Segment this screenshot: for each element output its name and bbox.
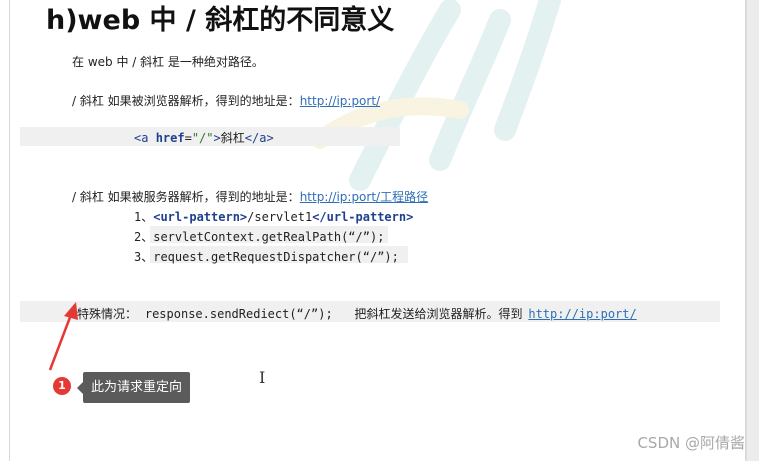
special-case-line: 特殊情况： response.sendRediect(“/”); 把斜杠发送给浏… bbox=[77, 305, 637, 322]
special-code: response.sendRediect(“/”); bbox=[144, 307, 333, 321]
anchor-code-example: <a href="/">斜杠</a> bbox=[134, 129, 274, 146]
page-left-rule bbox=[9, 0, 10, 461]
annotation-number-badge: 1 bbox=[53, 377, 71, 395]
item1-body: /servlet1 bbox=[247, 210, 313, 224]
text-cursor-icon: I bbox=[259, 368, 266, 387]
code-eq: = bbox=[184, 131, 192, 145]
server-item-3: 3、request.getRequestDispatcher(“/”); bbox=[134, 250, 399, 264]
annotation-tooltip: 此为请求重定向 bbox=[76, 372, 191, 403]
code-close-open: > bbox=[213, 131, 221, 145]
browser-parse-line: / 斜杠 如果被浏览器解析，得到的地址是：http://ip:port/ bbox=[72, 92, 380, 109]
special-explain: 把斜杠发送给浏览器解析。得到 bbox=[354, 307, 523, 321]
server-parse-text: / 斜杠 如果被服务器解析，得到的地址是： bbox=[72, 190, 300, 204]
item1-tag-open: <url-pattern> bbox=[153, 210, 248, 224]
server-item-1: 1、<url-pattern>/servlet1</url-pattern> bbox=[134, 208, 413, 225]
server-parse-line: / 斜杠 如果被服务器解析，得到的地址是：http://ip:port/工程路径 bbox=[72, 188, 428, 205]
intro-text: 在 web 中 / 斜杠 是一种绝对路径。 bbox=[72, 55, 264, 69]
server-address-link[interactable]: http://ip:port/工程路径 bbox=[300, 190, 428, 204]
csdn-watermark: CSDN @阿倩酱 bbox=[637, 434, 745, 452]
page-title: h)web 中 / 斜杠的不同意义 bbox=[46, 5, 395, 36]
code-open-tag: <a bbox=[134, 131, 156, 145]
code-close-tag: </a> bbox=[244, 131, 274, 145]
item1-tag-close: </url-pattern> bbox=[312, 210, 414, 224]
item1-prefix: 1、 bbox=[134, 210, 154, 224]
browser-parse-text: / 斜杠 如果被浏览器解析，得到的地址是： bbox=[72, 94, 300, 108]
document-page: h)web 中 / 斜杠的不同意义 在 web 中 / 斜杠 是一种绝对路径。 … bbox=[0, 0, 745, 461]
code-value: "/" bbox=[191, 131, 214, 145]
special-address-link[interactable]: http://ip:port/ bbox=[528, 307, 636, 321]
code-inner-text: 斜杠 bbox=[220, 131, 245, 145]
server-item-2: 2、servletContext.getRealPath(“/”); bbox=[134, 230, 385, 244]
annotation-arrow-icon bbox=[48, 302, 78, 371]
browser-address-link[interactable]: http://ip:port/ bbox=[300, 94, 380, 108]
code-attr: href bbox=[155, 131, 185, 145]
